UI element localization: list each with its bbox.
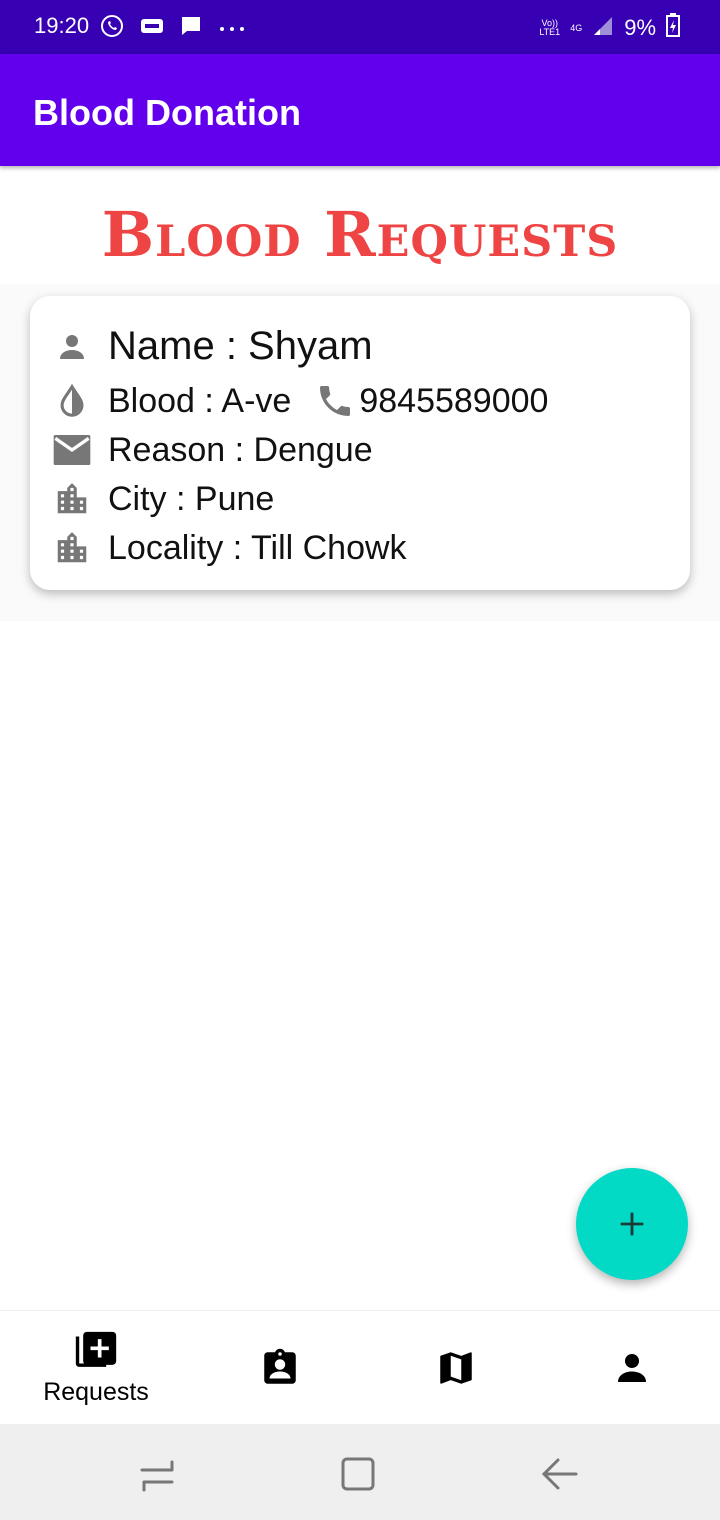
blood-row: Blood : A-ve 9845589000 bbox=[52, 381, 548, 421]
blood-group: Blood : A-ve bbox=[108, 381, 292, 420]
app-bar: Blood Donation bbox=[0, 54, 720, 166]
battery-percent: 9% bbox=[624, 15, 656, 40]
locality-text: Locality : Till Chowk bbox=[108, 528, 407, 567]
reason-text: Reason : Dengue bbox=[108, 430, 373, 469]
bottom-nav: Requests bbox=[0, 1310, 720, 1425]
reason-row: Reason : Dengue bbox=[52, 430, 373, 470]
app-title: Blood Donation bbox=[33, 92, 301, 133]
battery-icon bbox=[666, 13, 680, 43]
request-card[interactable]: Name : Shyam Blood : A-ve 9845589000 Rea… bbox=[30, 296, 690, 590]
message-icon bbox=[180, 15, 202, 42]
city-text: City : Pune bbox=[108, 479, 275, 518]
volte-indicator: Vo)) LTE1 bbox=[539, 18, 561, 37]
city-row: City : Pune bbox=[52, 479, 274, 519]
blood-drop-icon bbox=[52, 381, 92, 421]
requester-name: Name : Shyam bbox=[108, 324, 373, 368]
signal-icon bbox=[592, 15, 614, 41]
map-icon bbox=[440, 1352, 472, 1384]
recents-icon bbox=[140, 1460, 174, 1492]
status-bar: 19:20 Vo)) LTE1 4G 9% bbox=[0, 0, 720, 54]
back-button[interactable] bbox=[540, 1454, 580, 1494]
whatsapp-icon bbox=[100, 14, 124, 43]
status-time: 19:20 bbox=[34, 13, 90, 38]
mail-icon bbox=[52, 430, 92, 470]
network-type: 4G bbox=[570, 22, 583, 33]
home-button[interactable] bbox=[338, 1454, 378, 1494]
phone-link[interactable]: 9845589000 bbox=[315, 381, 548, 421]
nav-donors[interactable] bbox=[190, 1311, 370, 1425]
back-arrow-icon bbox=[541, 1458, 578, 1490]
person-icon bbox=[52, 327, 92, 367]
person-icon bbox=[618, 1354, 646, 1382]
page-heading: Blood Requests bbox=[101, 198, 619, 271]
locality-building-icon bbox=[52, 528, 92, 568]
phone-icon bbox=[320, 386, 351, 416]
idea-icon bbox=[140, 17, 164, 40]
nav-map[interactable] bbox=[366, 1311, 546, 1425]
more-dots-icon bbox=[218, 20, 246, 38]
phone-number: 9845589000 bbox=[359, 381, 549, 420]
system-nav-bar bbox=[0, 1424, 720, 1520]
nav-requests[interactable]: Requests bbox=[6, 1311, 186, 1425]
city-building-icon bbox=[52, 479, 92, 519]
add-box-icon bbox=[75, 1331, 117, 1367]
nav-profile[interactable] bbox=[542, 1311, 720, 1425]
badge-icon bbox=[264, 1348, 296, 1384]
recents-button[interactable] bbox=[138, 1454, 178, 1494]
home-square-icon bbox=[341, 1457, 375, 1491]
locality-row: Locality : Till Chowk bbox=[52, 528, 407, 568]
add-request-button[interactable] bbox=[576, 1168, 688, 1280]
name-row: Name : Shyam bbox=[52, 324, 373, 369]
plus-icon bbox=[620, 1212, 644, 1236]
nav-requests-label: Requests bbox=[43, 1377, 149, 1406]
